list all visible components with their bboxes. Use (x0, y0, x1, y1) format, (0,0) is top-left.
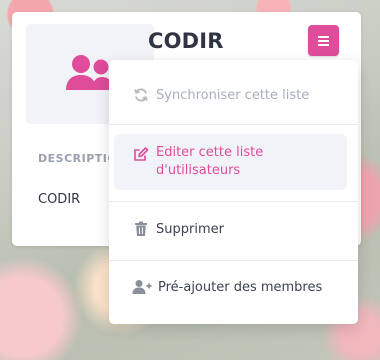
menu-item-edit[interactable]: Editer cette liste d'utilisateurs (114, 134, 347, 190)
user-plus-icon (132, 278, 152, 296)
menu-item-sync[interactable]: Synchroniser cette liste (114, 82, 347, 108)
menu-item-label: Pré-ajouter des membres (158, 279, 323, 295)
menu-item-label: Synchroniser cette liste (156, 87, 310, 103)
menu-item-label: Editer cette liste d'utilisateurs (156, 144, 263, 180)
menu-item-delete[interactable]: Supprimer (114, 218, 347, 240)
menu-item-label-line1: Editer cette liste (156, 145, 264, 160)
divider (109, 201, 358, 202)
description-value: CODIR (38, 192, 81, 207)
actions-dropdown: Synchroniser cette liste Editer cette li… (109, 60, 358, 324)
description-label: DESCRIPTION (38, 152, 110, 165)
menu-item-label-line2: d'utilisateurs (156, 163, 241, 178)
divider (109, 260, 358, 261)
sync-icon (132, 86, 150, 104)
card-title: CODIR (148, 29, 224, 53)
divider (109, 124, 358, 125)
menu-item-label: Supprimer (156, 221, 224, 237)
hamburger-icon (318, 35, 329, 46)
edit-icon (132, 145, 150, 163)
menu-item-preadd-members[interactable]: Pré-ajouter des membres (114, 276, 347, 298)
trash-icon (132, 220, 150, 238)
menu-button[interactable] (308, 25, 339, 56)
